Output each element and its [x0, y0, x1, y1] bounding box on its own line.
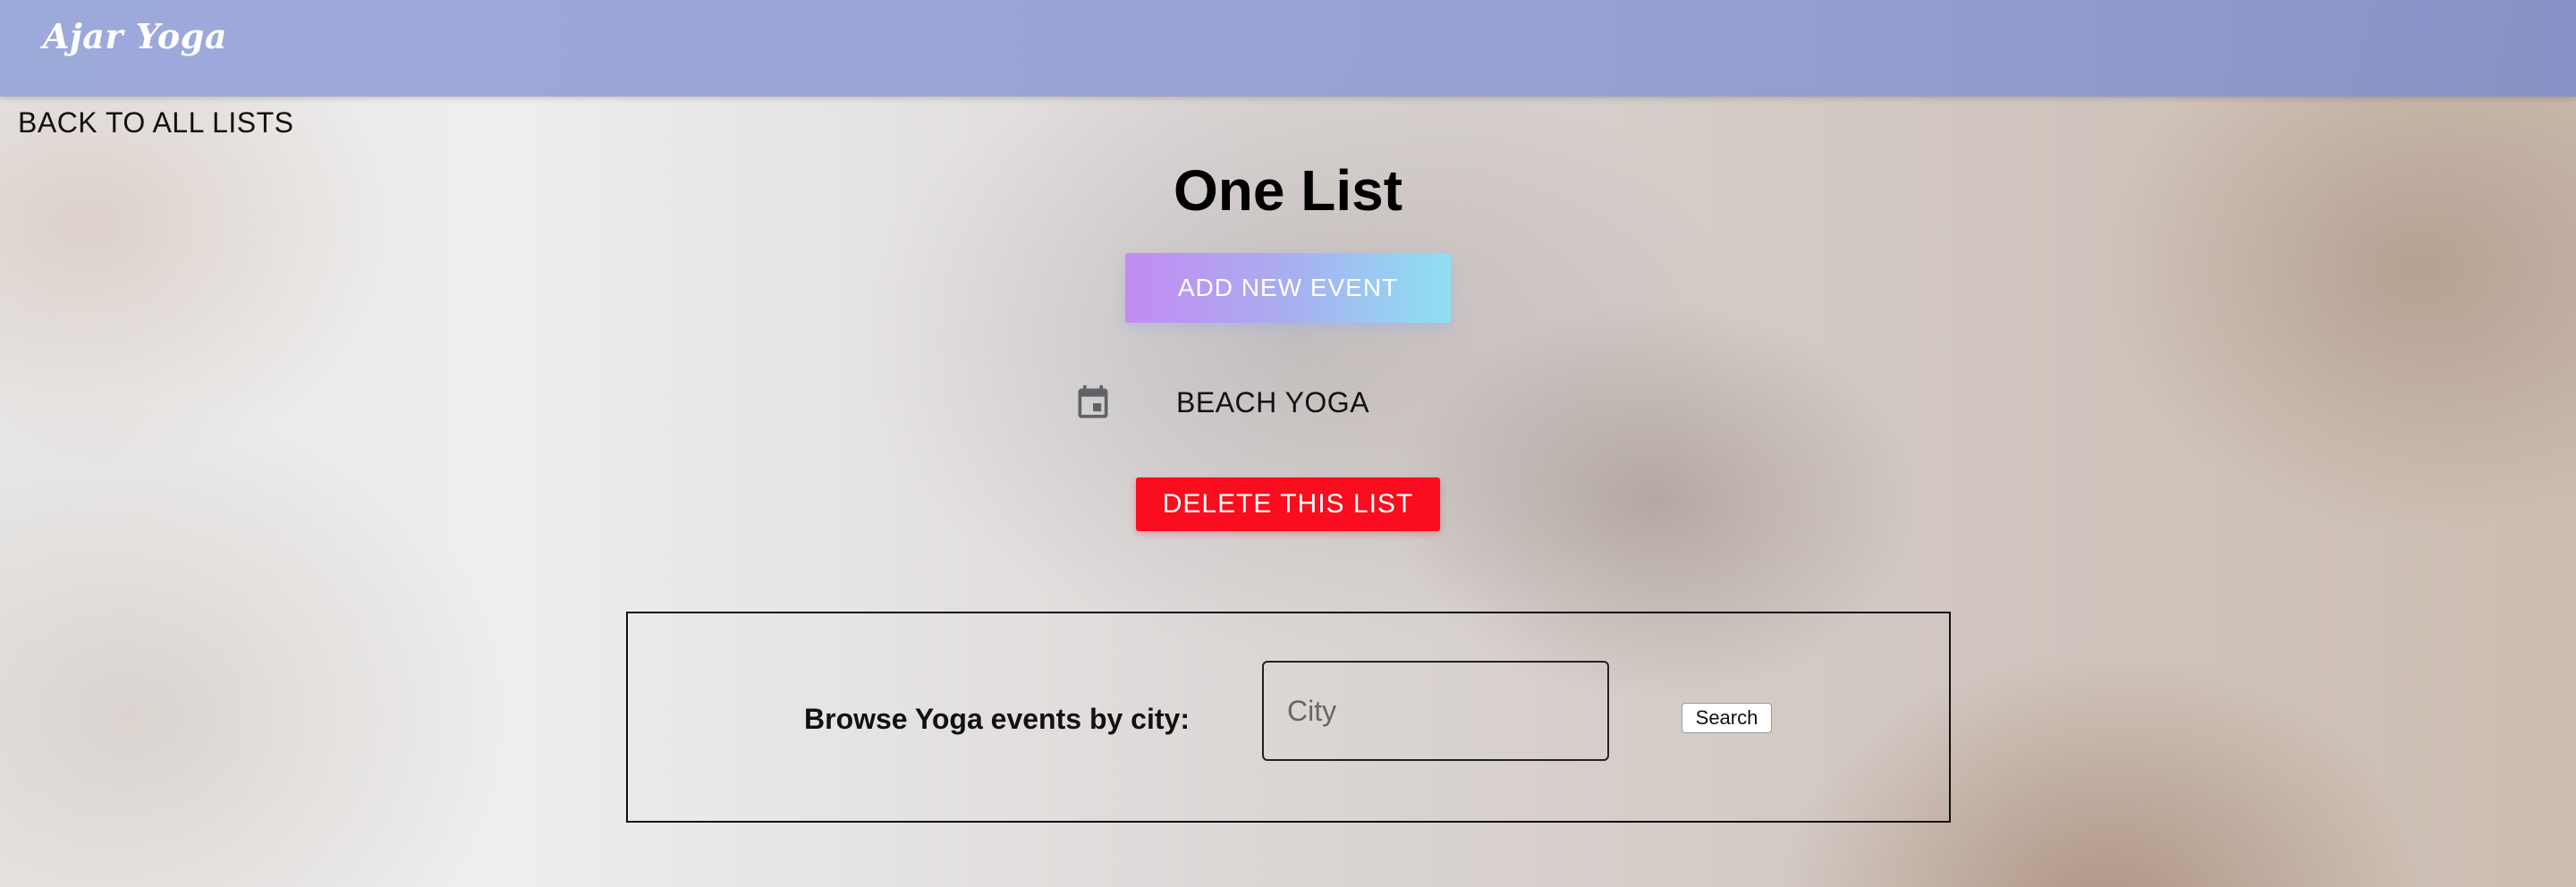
- browse-by-city-panel: Browse Yoga events by city: Search: [626, 612, 1951, 823]
- calendar-icon: [1078, 384, 1108, 418]
- navbar: Ajar Yoga: [0, 0, 2576, 97]
- list-item[interactable]: BEACH YOGA: [1073, 376, 1503, 429]
- city-input[interactable]: [1262, 661, 1609, 761]
- page-background: Ajar Yoga BACK TO ALL LISTS One List ADD…: [0, 0, 2576, 887]
- back-to-all-lists-link[interactable]: BACK TO ALL LISTS: [18, 106, 294, 139]
- add-new-event-button[interactable]: ADD NEW EVENT: [1125, 253, 1451, 323]
- page-title: One List: [1173, 158, 1403, 223]
- event-name[interactable]: BEACH YOGA: [1176, 386, 1369, 419]
- delete-list-button[interactable]: DELETE THIS LIST: [1136, 477, 1440, 531]
- brand-logo[interactable]: Ajar Yoga: [43, 16, 227, 56]
- browse-label: Browse Yoga events by city:: [804, 703, 1190, 735]
- search-button[interactable]: Search: [1682, 703, 1772, 733]
